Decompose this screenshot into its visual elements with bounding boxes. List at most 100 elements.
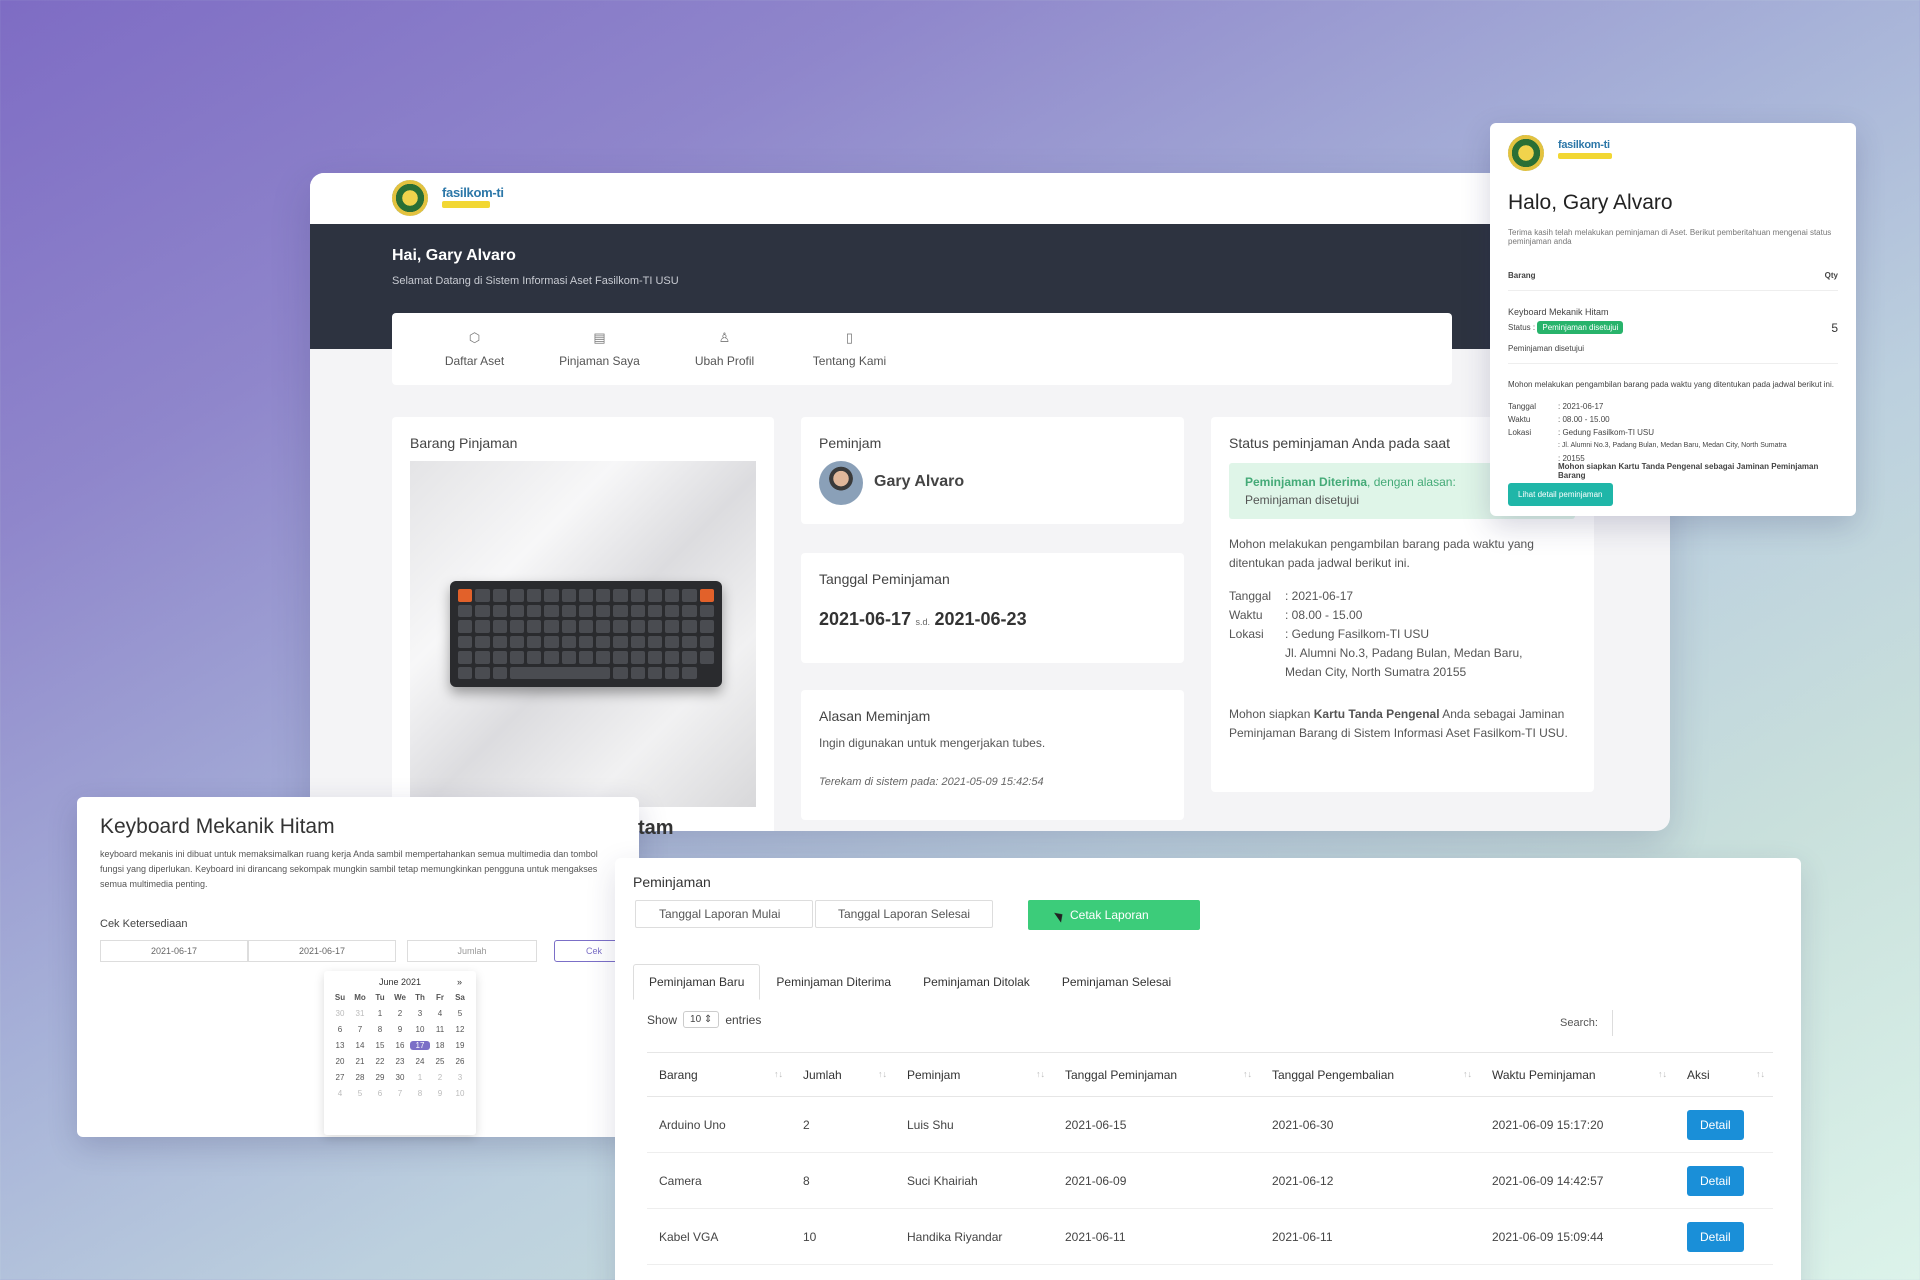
calendar-day[interactable]: 7 bbox=[390, 1089, 410, 1098]
quantity-input[interactable]: Jumlah bbox=[407, 940, 537, 962]
calendar-day[interactable]: 17 bbox=[410, 1041, 430, 1050]
calendar-day[interactable]: 3 bbox=[450, 1073, 470, 1082]
calendar-day[interactable]: 21 bbox=[350, 1057, 370, 1066]
calendar-day[interactable]: 20 bbox=[330, 1057, 350, 1066]
avatar bbox=[819, 461, 863, 505]
email-note: Peminjaman disetujui bbox=[1508, 344, 1585, 353]
calendar-day[interactable]: 26 bbox=[450, 1057, 470, 1066]
cell-waktu-peminjaman: 2021-06-09 15:09:44 bbox=[1480, 1208, 1675, 1265]
cell-peminjam: Handika Riyandar bbox=[895, 1208, 1053, 1265]
calendar-day[interactable]: 14 bbox=[350, 1041, 370, 1050]
calendar-day[interactable]: 16 bbox=[390, 1041, 410, 1050]
view-detail-button[interactable]: Lihat detail peminjaman bbox=[1508, 483, 1613, 506]
calendar-day[interactable]: 6 bbox=[370, 1089, 390, 1098]
col-header[interactable]: Waktu Peminjaman ↑↓ bbox=[1480, 1052, 1675, 1097]
calendar-day[interactable]: 3 bbox=[410, 1009, 430, 1018]
entries-select[interactable]: 10 ⇕ bbox=[683, 1011, 720, 1028]
col-label: Waktu Peminjaman bbox=[1492, 1067, 1596, 1082]
schedule-value: : 08.00 - 15.00 bbox=[1558, 415, 1610, 424]
calendar-day[interactable]: 4 bbox=[330, 1089, 350, 1098]
check-availability-label: Cek Ketersediaan bbox=[100, 918, 188, 930]
email-item-status: Status : Peminjaman disetujui bbox=[1508, 321, 1624, 334]
calendar-day[interactable]: 9 bbox=[430, 1089, 450, 1098]
schedule-address: : Jl. Alumni No.3, Padang Bulan, Medan B… bbox=[1558, 442, 1787, 449]
calendar-day[interactable]: 24 bbox=[410, 1057, 430, 1066]
col-header[interactable]: Peminjam ↑↓ bbox=[895, 1052, 1053, 1097]
report-start-date-input[interactable]: Tanggal Laporan Mulai bbox=[635, 900, 813, 928]
detail-button[interactable]: Detail bbox=[1687, 1109, 1744, 1140]
calendar-day[interactable]: 5 bbox=[450, 1009, 470, 1018]
calendar-day[interactable]: 28 bbox=[350, 1073, 370, 1082]
calendar-day[interactable]: 18 bbox=[430, 1041, 450, 1050]
detail-button[interactable]: Detail bbox=[1687, 1221, 1744, 1252]
nav-pinjaman-saya[interactable]: ▤ Pinjaman Saya bbox=[537, 313, 662, 385]
calendar-day[interactable]: 29 bbox=[370, 1073, 390, 1082]
calendar-day[interactable]: 1 bbox=[410, 1073, 430, 1082]
calendar-day[interactable]: 5 bbox=[350, 1089, 370, 1098]
calendar-day[interactable]: 30 bbox=[390, 1073, 410, 1082]
calendar-day[interactable]: 2 bbox=[390, 1009, 410, 1018]
calendar-day[interactable]: 19 bbox=[450, 1041, 470, 1050]
report-end-date-input[interactable]: Tanggal Laporan Selesai bbox=[815, 900, 993, 928]
footer-pre: Mohon siapkan bbox=[1229, 707, 1314, 721]
weekday-header: Fr bbox=[436, 993, 444, 1002]
print-report-button[interactable]: Cetak Laporan bbox=[1028, 900, 1200, 930]
brand-tagline-bar bbox=[1558, 153, 1612, 159]
calendar-day[interactable]: 15 bbox=[370, 1041, 390, 1050]
calendar-day[interactable]: 12 bbox=[450, 1025, 470, 1034]
col-barang: Barang bbox=[1508, 271, 1536, 280]
user-icon: ♙ bbox=[718, 330, 731, 345]
schedule-key: Lokasi bbox=[1508, 428, 1532, 437]
calendar-day[interactable]: 25 bbox=[430, 1057, 450, 1066]
nav-ubah-profil[interactable]: ♙ Ubah Profil bbox=[662, 313, 787, 385]
next-month-icon[interactable]: » bbox=[457, 977, 462, 987]
calendar-day[interactable]: 22 bbox=[370, 1057, 390, 1066]
cell-jumlah: 2 bbox=[791, 1096, 895, 1153]
weekday-header: Sa bbox=[455, 993, 465, 1002]
calendar-day[interactable]: 30 bbox=[330, 1009, 350, 1018]
calendar-day[interactable]: 11 bbox=[430, 1025, 450, 1034]
document-icon: ▤ bbox=[593, 330, 606, 345]
calendar-day[interactable]: 8 bbox=[370, 1025, 390, 1034]
date-to-input[interactable]: 2021-06-17 bbox=[248, 940, 396, 962]
tab-peminjaman-diterima[interactable]: Peminjaman Diterima bbox=[760, 964, 907, 1000]
tab-peminjaman-selesai[interactable]: Peminjaman Selesai bbox=[1046, 964, 1187, 1000]
nav-daftar-aset[interactable]: ⬡ Daftar Aset bbox=[412, 313, 537, 385]
cell-barang: Arduino Uno bbox=[647, 1096, 791, 1153]
peminjam-title: Peminjam bbox=[819, 435, 882, 451]
nav-label: Pinjaman Saya bbox=[559, 354, 640, 368]
calendar-day[interactable]: 23 bbox=[390, 1057, 410, 1066]
col-header[interactable]: Tanggal Pengembalian ↑↓ bbox=[1260, 1052, 1480, 1097]
calendar-day[interactable]: 31 bbox=[350, 1009, 370, 1018]
calendar-day[interactable]: 8 bbox=[410, 1089, 430, 1098]
start-date: 2021-06-17 bbox=[819, 609, 912, 629]
calendar-day[interactable]: 10 bbox=[450, 1089, 470, 1098]
calendar-day[interactable]: 27 bbox=[330, 1073, 350, 1082]
schedule-key: Tanggal bbox=[1229, 589, 1272, 603]
col-header[interactable]: Tanggal Peminjaman ↑↓ bbox=[1053, 1052, 1260, 1097]
col-header[interactable]: Aksi ↑↓ bbox=[1675, 1052, 1773, 1097]
col-header[interactable]: Jumlah ↑↓ bbox=[791, 1052, 895, 1097]
sort-icon: ↑↓ bbox=[1658, 1069, 1667, 1079]
calendar-day[interactable]: 2 bbox=[430, 1073, 450, 1082]
loans-table: Barang ↑↓ Jumlah ↑↓ Peminjam ↑↓ Tanggal Pem… bbox=[647, 1052, 1773, 1265]
col-header[interactable]: Barang ↑↓ bbox=[647, 1052, 791, 1097]
calendar-day[interactable]: 9 bbox=[390, 1025, 410, 1034]
calendar-day[interactable]: 6 bbox=[330, 1025, 350, 1034]
tab-peminjaman-ditolak[interactable]: Peminjaman Ditolak bbox=[907, 964, 1046, 1000]
book-icon: ▯ bbox=[845, 330, 854, 345]
search-input[interactable] bbox=[1612, 1010, 1772, 1036]
detail-button[interactable]: Detail bbox=[1687, 1165, 1744, 1196]
calendar-day[interactable]: 13 bbox=[330, 1041, 350, 1050]
tab-peminjaman-baru[interactable]: Peminjaman Baru bbox=[633, 964, 761, 1000]
calendar-day[interactable]: 4 bbox=[430, 1009, 450, 1018]
nav-label: Tentang Kami bbox=[812, 354, 887, 368]
weekday-header: Th bbox=[415, 993, 425, 1002]
calendar-day[interactable]: 1 bbox=[370, 1009, 390, 1018]
calendar-day[interactable]: 7 bbox=[350, 1025, 370, 1034]
calendar-day[interactable]: 10 bbox=[410, 1025, 430, 1034]
cell-waktu-peminjaman: 2021-06-09 15:17:20 bbox=[1480, 1096, 1675, 1153]
cell-jumlah: 8 bbox=[791, 1152, 895, 1209]
nav-tentang-kami[interactable]: ▯ Tentang Kami bbox=[787, 313, 912, 385]
date-from-input[interactable]: 2021-06-17 bbox=[100, 940, 248, 962]
